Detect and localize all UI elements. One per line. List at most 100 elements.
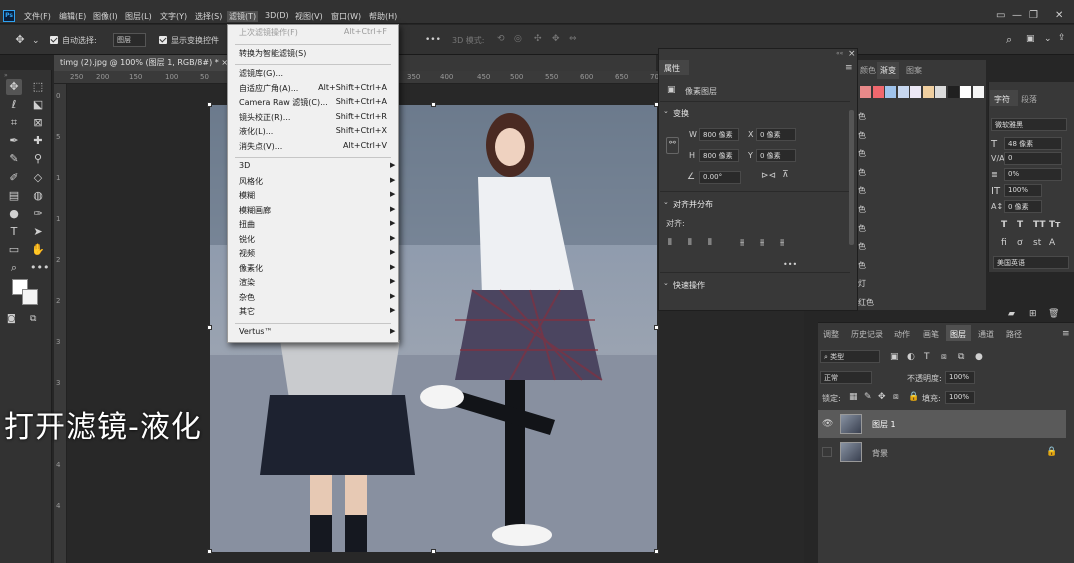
filter-menu-item[interactable]: 扭曲 bbox=[239, 219, 255, 230]
3d-scale-icon[interactable]: ⇔ bbox=[569, 34, 577, 44]
font-size-input[interactable]: 48 像素 bbox=[1004, 137, 1062, 150]
color-swatch[interactable] bbox=[947, 86, 959, 98]
lock-transparent-icon[interactable]: ▦ bbox=[849, 392, 858, 402]
filter-menu-item[interactable]: 自适应广角(A)... bbox=[239, 83, 298, 94]
color-swatch[interactable] bbox=[910, 86, 921, 98]
chevron-down-icon[interactable]: ⌄ bbox=[1044, 34, 1052, 44]
filter-menu-item[interactable]: 滤镜库(G)... bbox=[239, 68, 283, 79]
close-panel-icon[interactable]: × bbox=[848, 49, 856, 59]
swatch-group-label[interactable]: 色 bbox=[858, 148, 866, 159]
menu-1[interactable]: 编辑(E) bbox=[59, 11, 86, 22]
menu-10[interactable]: 帮助(H) bbox=[369, 11, 397, 22]
crop-tool-icon[interactable]: ⌗ bbox=[6, 115, 22, 131]
share-icon[interactable]: ⇪ bbox=[1058, 33, 1066, 43]
auto-select-checkbox[interactable] bbox=[50, 36, 58, 44]
filter-menu-item[interactable]: Vertus™ bbox=[239, 327, 272, 336]
document-tab[interactable]: timg (2).jpg @ 100% (图层 1, RGB/8#) * × bbox=[54, 55, 235, 71]
3d-drag-icon[interactable]: ✣ bbox=[534, 34, 542, 44]
background-color-swatch[interactable] bbox=[22, 289, 38, 305]
menu-7[interactable]: 3D(D) bbox=[265, 11, 289, 20]
brush-tool-icon[interactable]: ✎ bbox=[6, 151, 22, 167]
filter-menu-item[interactable]: 3D bbox=[239, 161, 250, 170]
filter-menu-item[interactable]: 液化(L)... bbox=[239, 126, 273, 137]
collapse-icon[interactable]: «« bbox=[836, 50, 843, 57]
healing-brush-icon[interactable]: ✚ bbox=[30, 133, 46, 149]
swatch-group-label[interactable]: 色 bbox=[858, 130, 866, 141]
menu-9[interactable]: 窗口(W) bbox=[331, 11, 361, 22]
zoom-tool-icon[interactable]: ⌕ bbox=[6, 260, 22, 276]
more-tools-icon[interactable]: ••• bbox=[30, 260, 49, 276]
type-tool-icon[interactable]: T bbox=[6, 224, 22, 240]
eyedropper-icon[interactable]: ✒ bbox=[6, 133, 22, 149]
collapse-arrows-icon[interactable]: » bbox=[4, 72, 8, 79]
blend-mode-select[interactable]: 正常 bbox=[820, 371, 872, 384]
path-select-icon[interactable]: ➤ bbox=[30, 224, 46, 240]
color-swatch[interactable] bbox=[872, 86, 884, 98]
layer-name[interactable]: 图层 1 bbox=[872, 419, 896, 430]
lasso-tool-icon[interactable]: ℓ bbox=[6, 97, 22, 113]
width-input[interactable]: 800 像素 bbox=[699, 128, 739, 141]
color-swatch[interactable] bbox=[860, 86, 871, 98]
search-icon[interactable]: ⌕ bbox=[1006, 33, 1012, 47]
eye-icon[interactable]: 👁 bbox=[822, 419, 833, 429]
minimize-button[interactable]: — bbox=[1012, 10, 1022, 21]
filter-menu-item[interactable]: 锐化 bbox=[239, 234, 255, 245]
transform-handle[interactable] bbox=[207, 102, 212, 107]
menu-0[interactable]: 文件(F) bbox=[24, 11, 51, 22]
auto-select-dropdown[interactable]: 图层 bbox=[113, 33, 146, 47]
tab-paragraph[interactable]: 段落 bbox=[1021, 94, 1037, 105]
filter-type-icon[interactable]: T bbox=[924, 352, 930, 362]
frame-tool-icon[interactable]: ⊠ bbox=[30, 115, 46, 131]
more-options-icon[interactable]: ••• bbox=[425, 35, 441, 45]
screen-mode-icon[interactable]: ⧉ bbox=[30, 314, 36, 324]
3d-orbit-icon[interactable]: ⟲ bbox=[497, 34, 505, 44]
move-tool-icon[interactable]: ✥ bbox=[6, 79, 22, 95]
transform-handle[interactable] bbox=[431, 549, 436, 554]
lock-all-icon[interactable]: 🔒 bbox=[908, 392, 919, 402]
opacity-input[interactable]: 100% bbox=[945, 371, 975, 384]
move-tool-icon[interactable]: ✥ bbox=[12, 32, 28, 48]
color-swatch[interactable] bbox=[935, 86, 946, 98]
visibility-toggle[interactable] bbox=[822, 447, 832, 457]
filter-menu-item[interactable]: 视频 bbox=[239, 248, 255, 259]
link-icon[interactable]: ⚯ bbox=[666, 137, 679, 154]
color-swatch[interactable] bbox=[922, 86, 934, 98]
object-select-icon[interactable]: ⬕ bbox=[30, 97, 46, 113]
x-input[interactable]: 0 像素 bbox=[756, 128, 796, 141]
filter-toggle-icon[interactable]: ● bbox=[975, 352, 983, 362]
font-family-select[interactable]: 微软雅黑 bbox=[991, 118, 1067, 131]
menu-4[interactable]: 文字(Y) bbox=[160, 11, 187, 22]
layer-name[interactable]: 背景 bbox=[872, 448, 888, 459]
filter-menu-item[interactable]: 镜头校正(R)... bbox=[239, 112, 290, 123]
filter-smart-icon[interactable]: ⧉ bbox=[958, 352, 964, 362]
3d-roll-icon[interactable]: ◎ bbox=[514, 34, 522, 44]
panel-menu-icon[interactable]: ≡ bbox=[845, 63, 853, 73]
pen-tool-icon[interactable]: ✑ bbox=[30, 206, 46, 222]
stamp-tool-icon[interactable]: ⚲ bbox=[30, 151, 46, 167]
workspace-switcher-icon[interactable]: ▣ bbox=[1026, 34, 1035, 44]
eraser-icon[interactable]: ◇ bbox=[30, 170, 46, 186]
filter-adjust-icon[interactable]: ◐ bbox=[907, 352, 915, 362]
blur-tool-icon[interactable]: ◍ bbox=[30, 188, 46, 204]
filter-menu-item[interactable]: 其它 bbox=[239, 306, 255, 317]
menu-6[interactable]: 滤镜(T) bbox=[227, 11, 259, 22]
layer-filter-kind[interactable]: ⌕ 类型 bbox=[820, 350, 880, 363]
filter-menu-item[interactable]: 模糊画廊 bbox=[239, 205, 271, 216]
marquee-tool-icon[interactable]: ⬚ bbox=[30, 79, 46, 95]
filter-pixel-icon[interactable]: ▣ bbox=[890, 352, 899, 362]
color-swatch[interactable] bbox=[972, 86, 984, 98]
gradient-tool-icon[interactable]: ▤ bbox=[6, 188, 22, 204]
color-swatch[interactable] bbox=[897, 86, 909, 98]
lock-pixels-icon[interactable]: ✎ bbox=[864, 392, 872, 402]
menu-5[interactable]: 选择(S) bbox=[195, 11, 222, 22]
chevron-down-icon[interactable]: ⌄ bbox=[32, 36, 40, 46]
menu-8[interactable]: 视图(V) bbox=[295, 11, 323, 22]
filter-menu-item[interactable]: 模糊 bbox=[239, 190, 255, 201]
transform-handle[interactable] bbox=[431, 102, 436, 107]
color-swatch[interactable] bbox=[885, 86, 896, 98]
filter-menu-item[interactable]: 渲染 bbox=[239, 277, 255, 288]
filter-menu-item[interactable]: 转换为智能滤镜(S) bbox=[239, 48, 306, 59]
transform-handle[interactable] bbox=[654, 549, 659, 554]
filter-menu-item[interactable]: 像素化 bbox=[239, 263, 263, 274]
chevron-down-icon[interactable]: ⌄ bbox=[663, 107, 669, 115]
